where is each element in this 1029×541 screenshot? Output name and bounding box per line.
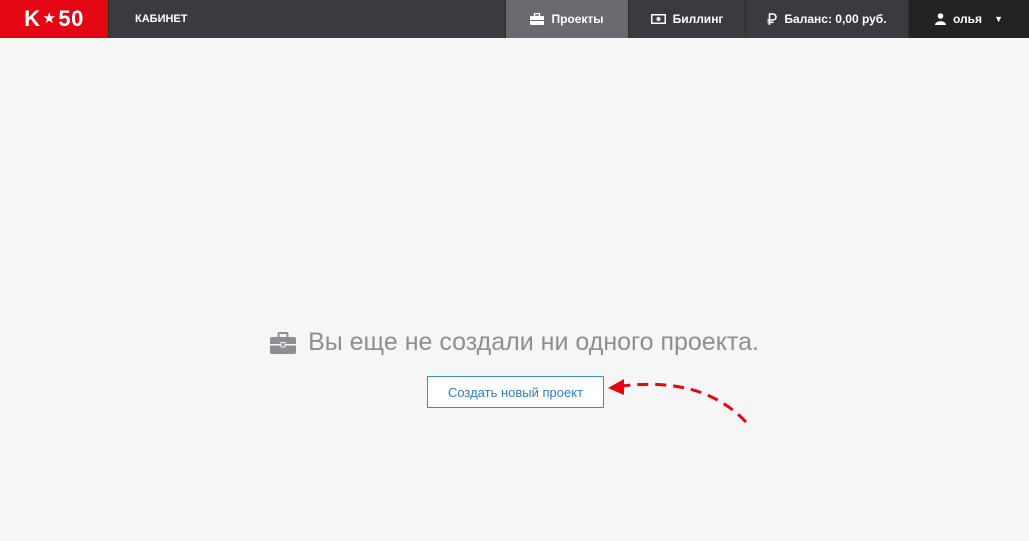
- nav-billing[interactable]: Биллинг: [628, 0, 745, 38]
- nav-user-menu[interactable]: олья ▼: [908, 0, 1029, 38]
- logo-star-icon: ★: [42, 10, 57, 27]
- briefcase-icon: [530, 13, 545, 25]
- nav-user-label: олья: [953, 12, 983, 26]
- section-title: КАБИНЕТ: [135, 13, 188, 25]
- chevron-down-icon: ▼: [994, 14, 1003, 24]
- banknote-icon: [650, 14, 666, 24]
- logo-letter: K: [24, 6, 41, 31]
- ruble-icon: [767, 13, 778, 25]
- empty-state: Вы еще не создали ни одного проекта.: [0, 328, 1029, 359]
- empty-state-message: Вы еще не создали ни одного проекта.: [270, 328, 759, 357]
- nav-billing-label: Биллинг: [672, 12, 724, 26]
- nav-projects[interactable]: Проекты: [505, 0, 628, 38]
- empty-state-text: Вы еще не создали ни одного проекта.: [308, 328, 759, 356]
- dashed-arrow-icon: [608, 379, 748, 424]
- nav-projects-label: Проекты: [551, 12, 604, 26]
- briefcase-icon: [270, 331, 297, 354]
- nav-balance[interactable]: Баланс: 0,00 руб.: [745, 0, 908, 38]
- user-icon: [935, 13, 947, 25]
- brand-logo[interactable]: K ★ 50: [0, 0, 109, 38]
- top-navbar: K ★ 50 КАБИНЕТ Проекты Биллинг Баланс: 0…: [0, 0, 1029, 38]
- nav-balance-label: Баланс: 0,00 руб.: [784, 12, 887, 26]
- create-project-button[interactable]: Создать новый проект: [427, 376, 604, 408]
- logo-number: 50: [58, 6, 84, 31]
